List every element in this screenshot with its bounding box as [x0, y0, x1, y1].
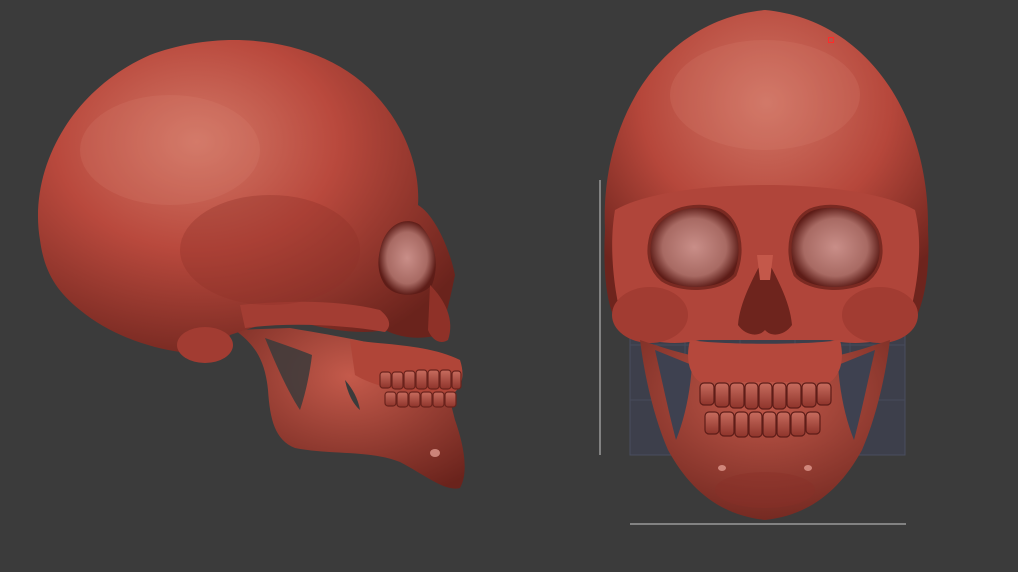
side-temporal-shade	[180, 195, 360, 305]
brush-cursor-marker	[828, 37, 834, 43]
zbrush-viewport[interactable]	[0, 0, 1018, 572]
side-cranium-highlight	[80, 95, 260, 205]
front-right-cheekbone	[842, 287, 918, 343]
side-chin-foramen	[430, 449, 440, 457]
front-upper-teeth	[699, 382, 832, 410]
front-chin-shade	[715, 472, 815, 508]
side-teeth	[379, 369, 462, 408]
front-cranium-highlight	[670, 40, 860, 150]
side-mastoid	[177, 327, 233, 363]
front-lower-teeth	[704, 411, 821, 438]
skull-side-view[interactable]	[37, 40, 465, 489]
front-right-eye-orbit	[788, 204, 883, 290]
front-left-chin-foramen	[718, 465, 726, 471]
front-left-eye-orbit	[647, 204, 742, 290]
front-maxilla	[688, 340, 842, 382]
front-left-cheekbone	[612, 287, 688, 343]
front-right-chin-foramen	[804, 465, 812, 471]
viewport-canvas[interactable]	[0, 0, 1018, 572]
